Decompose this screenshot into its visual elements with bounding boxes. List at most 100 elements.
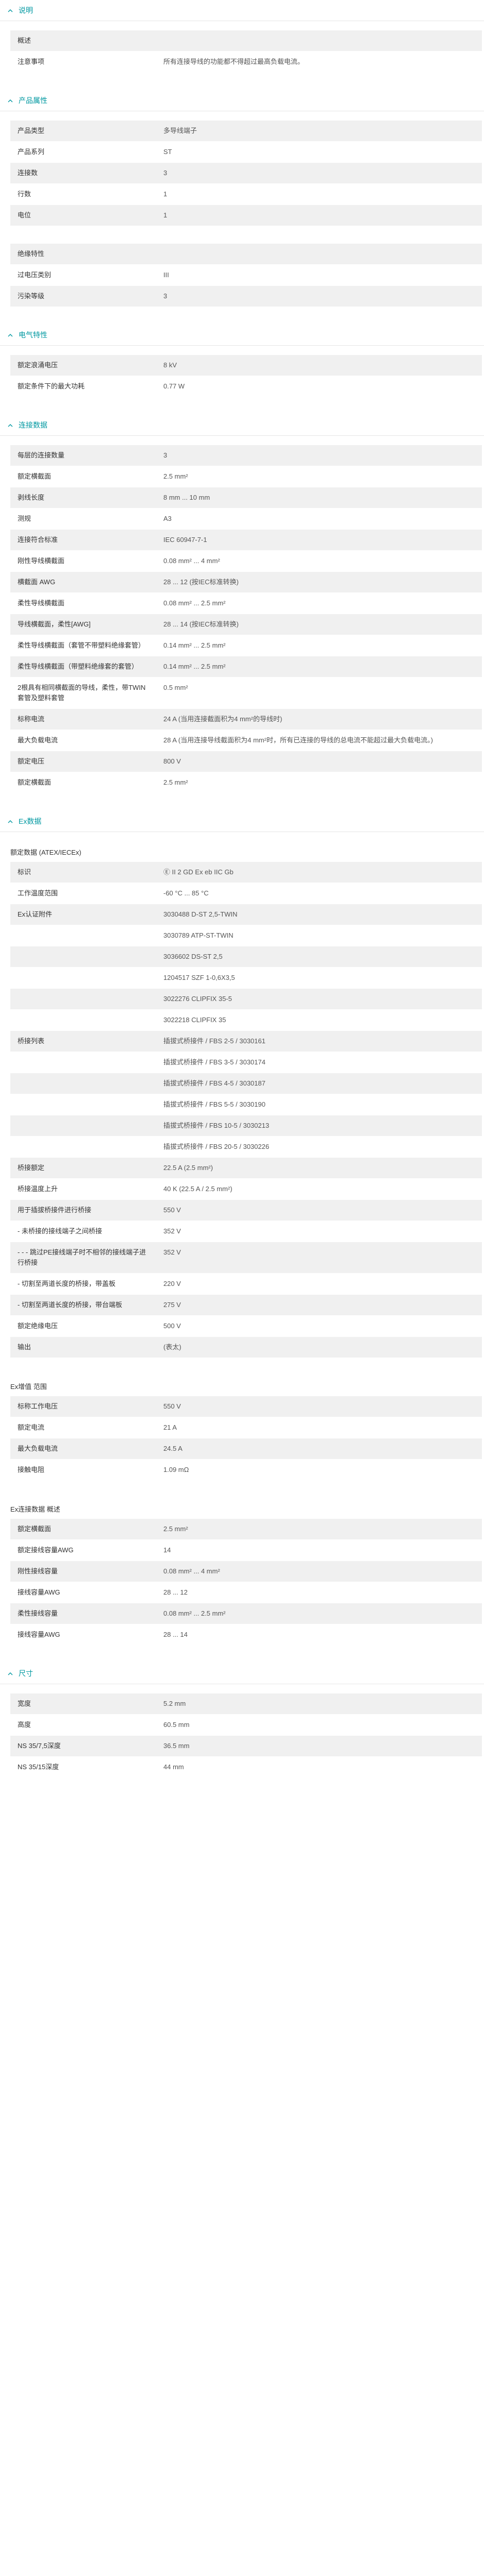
chevron-up-icon[interactable] (5, 818, 15, 825)
table-row: 柔性导线横截面（套管不带塑料绝缘套管） 0.14 mm² ... 2.5 mm² (10, 635, 482, 656)
spec-key: Ex认证附件 (10, 904, 156, 925)
spec-value: 插拔式桥接件 / FBS 5-5 / 3030190 (156, 1094, 482, 1115)
spec-key: 产品类型 (10, 121, 156, 142)
spec-value: 21 A (156, 1417, 482, 1438)
table-row: 刚性接线容量 0.08 mm² ... 4 mm² (10, 1561, 482, 1582)
table-row: 概述 (10, 30, 482, 52)
spec-value: -60 °C ... 85 °C (156, 883, 482, 904)
table-row: NS 35/7,5深度 36.5 mm (10, 1735, 482, 1757)
spec-table: 每层的连接数量 3 额定横截面 2.5 mm² 剥线长度 8 mm ... 10 mm 测规… (10, 445, 482, 793)
spec-value: 0.08 mm² ... 4 mm² (156, 1561, 482, 1582)
spec-key (10, 1073, 156, 1094)
section-header[interactable]: 连接数据 (0, 415, 484, 435)
spec-key: 输出 (10, 1336, 156, 1358)
spec-table: 绝缘特性 过电压类别 III 污染等级 3 (10, 244, 482, 307)
spec-key: 额定电流 (10, 1417, 156, 1438)
section-header[interactable]: 电气特性 (0, 325, 484, 345)
spec-value: 800 V (156, 751, 482, 772)
spec-value: 28 ... 14 (156, 1624, 482, 1646)
spec-key: 过电压类别 (10, 264, 156, 286)
section-title: Ex数据 (19, 817, 42, 825)
table-row: 最大负载电流 28 A (当用连接导线截面积为4 mm²时，所有已连接的导线的总电… (10, 730, 482, 751)
spec-key: 注意事项 (10, 51, 156, 73)
spec-key: 接线容量AWG (10, 1624, 156, 1646)
table-row: Ex认证附件 3030488 D-ST 2,5-TWIN (10, 904, 482, 925)
spec-value: 3022276 CLIPFIX 35-5 (156, 988, 482, 1010)
spec-key: 横截面 AWG (10, 571, 156, 593)
table-row: 1204517 SZF 1-0,6X3,5 (10, 967, 482, 989)
chevron-up-icon[interactable] (5, 97, 15, 104)
spec-key (10, 1136, 156, 1158)
section-header[interactable]: 说明 (0, 0, 484, 21)
spec-value: 36.5 mm (156, 1735, 482, 1757)
table-row: 柔性接线容量 0.08 mm² ... 2.5 mm² (10, 1603, 482, 1624)
spec-value: 0.5 mm² (156, 677, 482, 709)
chevron-up-icon[interactable] (5, 7, 15, 14)
table-row: 接线容量AWG 28 ... 12 (10, 1582, 482, 1603)
spec-value: 352 V (156, 1221, 482, 1242)
table-row: 接线容量AWG 28 ... 14 (10, 1624, 482, 1646)
chevron-up-icon[interactable] (5, 421, 15, 429)
spec-value: 0.14 mm² ... 2.5 mm² (156, 635, 482, 656)
spec-value (156, 30, 482, 52)
spec-section: 连接数据每层的连接数量 3 额定横截面 2.5 mm² 剥线长度 8 mm ... 10 … (0, 415, 484, 811)
spec-section: 电气特性 额定浪涌电压 8 kV 额定条件下的最大功耗 0.77 W (0, 325, 484, 415)
table-row: 标称工作电压 550 V (10, 1396, 482, 1417)
spec-key (10, 1094, 156, 1115)
spec-value (156, 244, 482, 265)
spec-key: 最大负载电流 (10, 730, 156, 751)
section-header[interactable]: 尺寸 (0, 1663, 484, 1684)
spec-key: 额定电压 (10, 751, 156, 772)
table-row: 输出 (表太) (10, 1336, 482, 1358)
spec-key: 产品系列 (10, 141, 156, 163)
section-header[interactable]: Ex数据 (0, 811, 484, 832)
table-row: 额定浪涌电压 8 kV (10, 355, 482, 376)
spec-value: 0.08 mm² ... 2.5 mm² (156, 1603, 482, 1624)
spec-value: 44 mm (156, 1756, 482, 1778)
table-row: 额定电流 21 A (10, 1417, 482, 1438)
spec-value: 所有连接导线的功能都不得超过最高负载电流。 (156, 51, 482, 73)
table-row: 用于插拔桥接件进行桥接 550 V (10, 1199, 482, 1221)
spec-key: 额定条件下的最大功耗 (10, 376, 156, 397)
section-title: 连接数据 (19, 421, 47, 429)
spec-key: 行数 (10, 183, 156, 205)
table-row: 产品系列 ST (10, 141, 482, 163)
table-row: - 未桥接的接线端子之间桥接 352 V (10, 1221, 482, 1242)
table-row: 连接数 3 (10, 162, 482, 184)
spec-key: 测规 (10, 508, 156, 530)
divider (0, 345, 484, 346)
spec-key: - - - 跳过PE接线端子时不相邻的接线端子进行桥接 (10, 1242, 156, 1274)
table-row: 电位 1 (10, 205, 482, 226)
spec-value: IEC 60947-7-1 (156, 529, 482, 551)
section-title: 说明 (19, 6, 33, 14)
spec-value: 220 V (156, 1273, 482, 1295)
table-row: 过电压类别 III (10, 264, 482, 286)
spec-key (10, 967, 156, 989)
table-row: 标识 Ⓔ II 2 GD Ex eb IIC Gb (10, 862, 482, 883)
spec-key: 刚性导线横截面 (10, 550, 156, 572)
table-row: 2根具有相同横截面的导线，柔性，带TWIN套管及塑料套管 0.5 mm² (10, 677, 482, 709)
spec-key (10, 1115, 156, 1137)
spec-value: 插拔式桥接件 / FBS 20-5 / 3030226 (156, 1136, 482, 1158)
spec-value: 插拔式桥接件 / FBS 3-5 / 3030174 (156, 1052, 482, 1073)
spec-key: 额定横截面 (10, 772, 156, 793)
table-row: 额定接线容量AWG 14 (10, 1539, 482, 1561)
chevron-up-icon[interactable] (5, 1670, 15, 1677)
spec-key: 刚性接线容量 (10, 1561, 156, 1582)
spec-key: 额定横截面 (10, 1519, 156, 1540)
spec-key: 连接符合标准 (10, 529, 156, 551)
spec-table: 标称工作电压 550 V 额定电流 21 A 最大负载电流 24.5 A 接触电阻 1.09 … (10, 1396, 482, 1481)
section-header[interactable]: 产品属性 (0, 90, 484, 111)
spec-value: 插拔式桥接件 / FBS 2-5 / 3030161 (156, 1030, 482, 1052)
spec-key: 标称工作电压 (10, 1396, 156, 1417)
chevron-up-icon[interactable] (5, 331, 15, 338)
table-row: - 切割至两道长度的桥接，带台端板 275 V (10, 1294, 482, 1316)
table-row: 高度 60.5 mm (10, 1714, 482, 1736)
table-row: 插拔式桥接件 / FBS 20-5 / 3030226 (10, 1136, 482, 1158)
table-row: 横截面 AWG 28 ... 12 (按IEC标准转换) (10, 571, 482, 593)
table-row: 导线横截面，柔性[AWG] 28 ... 14 (按IEC标准转换) (10, 614, 482, 635)
